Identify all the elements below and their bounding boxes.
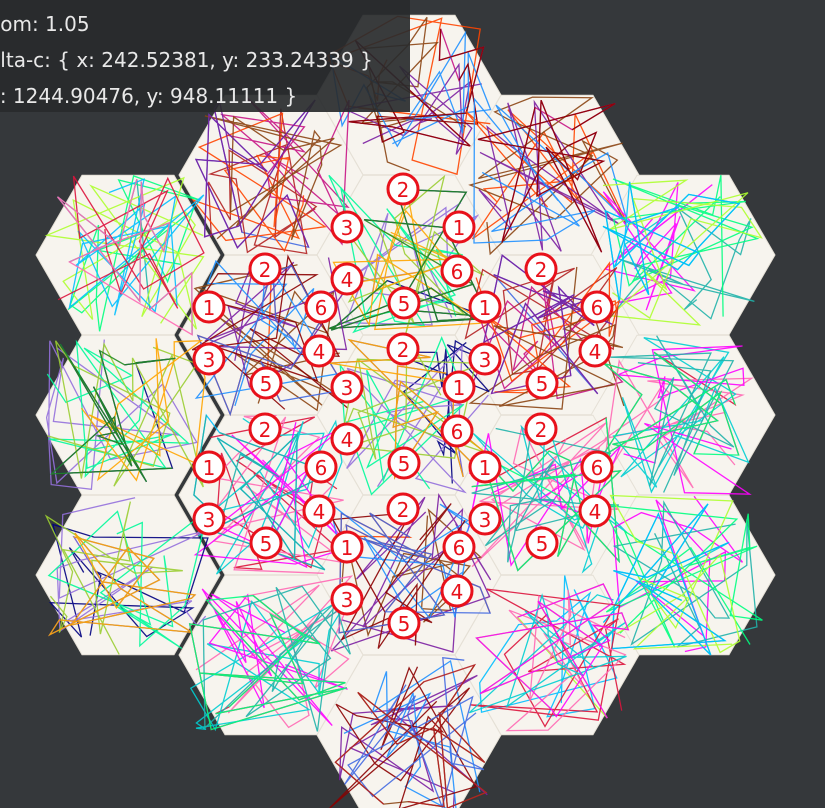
number-badge[interactable]: 1 <box>442 210 476 244</box>
number-badge[interactable]: 4 <box>330 422 364 456</box>
badge-number: 2 <box>535 418 548 442</box>
badge-number: 4 <box>341 268 354 292</box>
number-badge[interactable]: 2 <box>248 412 282 446</box>
number-badge[interactable]: 2 <box>386 332 420 366</box>
zoom-readout: oom: 1.05 <box>0 12 90 36</box>
badge-number: 2 <box>259 258 272 282</box>
number-badge[interactable]: 6 <box>440 414 474 448</box>
badge-number: 4 <box>451 580 464 604</box>
number-badge[interactable]: 3 <box>192 502 226 536</box>
number-badge[interactable]: 5 <box>387 446 421 480</box>
badge-number: 1 <box>341 536 354 560</box>
badge-number: 2 <box>535 258 548 282</box>
badge-number: 1 <box>479 456 492 480</box>
badge-number: 2 <box>259 418 272 442</box>
badge-number: 2 <box>397 498 410 522</box>
number-badge[interactable]: 3 <box>330 210 364 244</box>
number-badge[interactable]: 1 <box>330 530 364 564</box>
number-badge[interactable]: 6 <box>580 450 614 484</box>
number-badge[interactable]: 6 <box>304 290 338 324</box>
badge-number: 3 <box>203 348 216 372</box>
badge-number: 5 <box>260 532 273 556</box>
number-badge[interactable]: 4 <box>330 262 364 296</box>
badge-number: 3 <box>479 508 492 532</box>
number-badge[interactable]: 3 <box>330 370 364 404</box>
number-badge[interactable]: 1 <box>468 290 502 324</box>
number-badge[interactable]: 6 <box>580 290 614 324</box>
number-badge[interactable]: 3 <box>468 502 502 536</box>
badge-number: 3 <box>341 216 354 240</box>
badge-number: 5 <box>398 292 411 316</box>
badge-number: 1 <box>203 456 216 480</box>
position-readout: x: 1244.90476, y: 948.11111 } <box>0 84 298 108</box>
number-badge[interactable]: 2 <box>386 492 420 526</box>
debug-overlay: oom: 1.05 elta-c: { x: 242.52381, y: 233… <box>0 0 410 112</box>
badge-number: 6 <box>315 456 328 480</box>
number-badge[interactable]: 3 <box>330 582 364 616</box>
number-badge[interactable]: 4 <box>578 494 612 528</box>
badge-number: 6 <box>591 456 604 480</box>
badge-number: 4 <box>313 340 326 364</box>
number-badge[interactable]: 4 <box>302 334 336 368</box>
number-badge[interactable]: 5 <box>249 366 283 400</box>
badge-number: 2 <box>397 178 410 202</box>
number-badge[interactable]: 2 <box>524 252 558 286</box>
badge-number: 5 <box>260 372 273 396</box>
number-badge[interactable]: 5 <box>387 286 421 320</box>
badge-number: 3 <box>341 588 354 612</box>
number-badge[interactable]: 1 <box>442 370 476 404</box>
number-badge[interactable]: 2 <box>248 252 282 286</box>
delta-readout: elta-c: { x: 242.52381, y: 233.24339 } <box>0 48 373 72</box>
number-badge[interactable]: 5 <box>525 366 559 400</box>
badge-number: 5 <box>398 612 411 636</box>
number-badge[interactable]: 5 <box>249 526 283 560</box>
badge-number: 1 <box>453 376 466 400</box>
badge-number: 2 <box>397 338 410 362</box>
number-badge[interactable]: 3 <box>468 342 502 376</box>
badge-number: 6 <box>591 296 604 320</box>
badge-number: 6 <box>315 296 328 320</box>
badge-number: 5 <box>536 372 549 396</box>
number-badge[interactable]: 6 <box>442 530 476 564</box>
badge-number: 1 <box>453 216 466 240</box>
number-badge[interactable]: 4 <box>440 574 474 608</box>
badge-number: 3 <box>203 508 216 532</box>
badge-number: 4 <box>589 500 602 524</box>
badge-number: 6 <box>451 420 464 444</box>
badge-number: 3 <box>341 376 354 400</box>
number-badge[interactable]: 5 <box>525 526 559 560</box>
badge-number: 5 <box>398 452 411 476</box>
number-badge[interactable]: 4 <box>302 494 336 528</box>
badge-number: 6 <box>453 536 466 560</box>
number-badge[interactable]: 6 <box>304 450 338 484</box>
number-badge[interactable]: 5 <box>387 606 421 640</box>
badge-number: 1 <box>479 296 492 320</box>
number-badge[interactable]: 2 <box>524 412 558 446</box>
number-badge[interactable]: 3 <box>192 342 226 376</box>
badge-number: 1 <box>203 296 216 320</box>
number-badge[interactable]: 6 <box>440 254 474 288</box>
number-badge[interactable]: 2 <box>386 172 420 206</box>
badge-number: 5 <box>536 532 549 556</box>
badge-number: 4 <box>589 340 602 364</box>
number-badge[interactable]: 4 <box>578 334 612 368</box>
badge-number: 4 <box>313 500 326 524</box>
badge-number: 4 <box>341 428 354 452</box>
number-badge[interactable]: 1 <box>468 450 502 484</box>
canvas-viewport[interactable]: 2346152134652134652346152134652134652134… <box>0 0 825 808</box>
hex-board[interactable]: 234 615213 465213 465234 615213 465213 465213 4… <box>0 0 825 808</box>
number-badge[interactable]: 1 <box>192 290 226 324</box>
number-badge[interactable]: 1 <box>192 450 226 484</box>
badge-number: 6 <box>451 260 464 284</box>
badge-number: 3 <box>479 348 492 372</box>
